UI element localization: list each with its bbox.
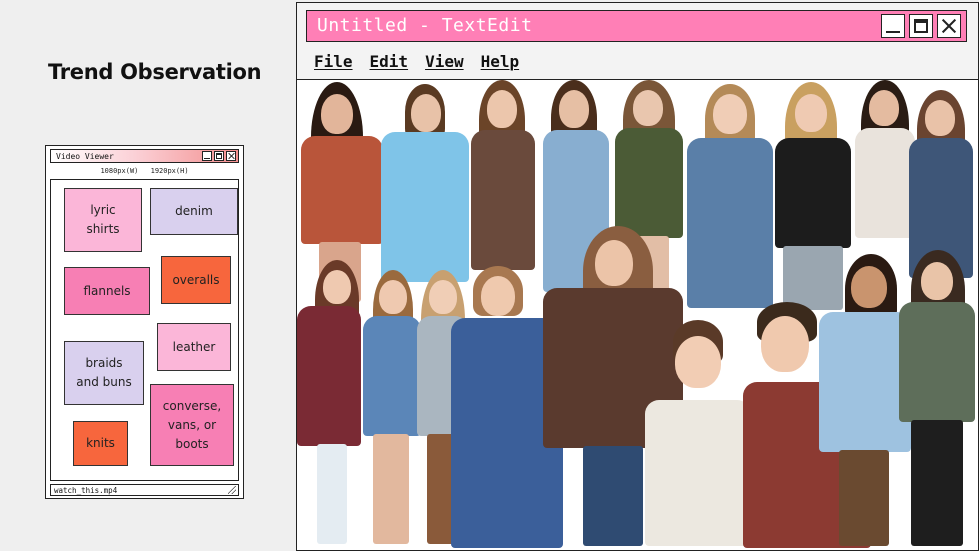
slide-title: Trend Observation [48,60,262,84]
tag-denim: denim [150,188,238,235]
textedit-menubar: File Edit View Help [314,52,519,71]
menu-file[interactable]: File [314,52,353,71]
video-viewer-titlebar[interactable]: Video Viewer [50,149,239,163]
menu-edit[interactable]: Edit [370,52,409,71]
collage-person [367,80,477,290]
video-height-label: 1920px(H) [150,167,189,175]
minimize-icon[interactable] [202,151,212,161]
collage-person [897,250,977,550]
collage-person [297,260,363,550]
video-status-bar: watch_this.mp4 [50,484,239,496]
video-viewer-window: Video Viewer 1080px(W) 1920px(H) lyric s… [45,145,244,499]
textedit-title: Untitled - TextEdit [317,15,533,36]
tag-lyric-shirts: lyric shirts [64,188,142,252]
tag-braids-and-buns: braids and buns [64,341,144,405]
photo-collage-image [297,80,978,550]
collage-person [463,80,541,290]
video-dimensions: 1080px(W) 1920px(H) [46,167,243,175]
textedit-titlebar[interactable]: Untitled - TextEdit [306,10,967,42]
collage-person [681,80,777,320]
video-filename: watch_this.mp4 [54,486,118,495]
menu-help[interactable]: Help [481,52,520,71]
maximize-icon[interactable] [214,151,224,161]
resize-grip-icon[interactable] [228,486,236,494]
minimize-icon[interactable] [881,14,905,38]
menu-view[interactable]: View [425,52,464,71]
close-icon[interactable] [937,14,961,38]
collage-person [359,270,423,550]
video-screen[interactable]: lyric shirts denim flannels overalls lea… [50,179,239,481]
document-area[interactable] [297,80,978,550]
tag-overalls: overalls [161,256,231,304]
tag-converse-vans-boots: converse, vans, or boots [150,384,234,466]
textedit-window: Untitled - TextEdit File Edit View Help [296,2,979,551]
video-width-label: 1080px(W) [100,167,139,175]
close-icon[interactable] [226,151,236,161]
tag-knits: knits [73,421,128,466]
tag-leather: leather [157,323,231,371]
video-viewer-title: Video Viewer [56,152,114,161]
tag-flannels: flannels [64,267,150,315]
maximize-icon[interactable] [909,14,933,38]
